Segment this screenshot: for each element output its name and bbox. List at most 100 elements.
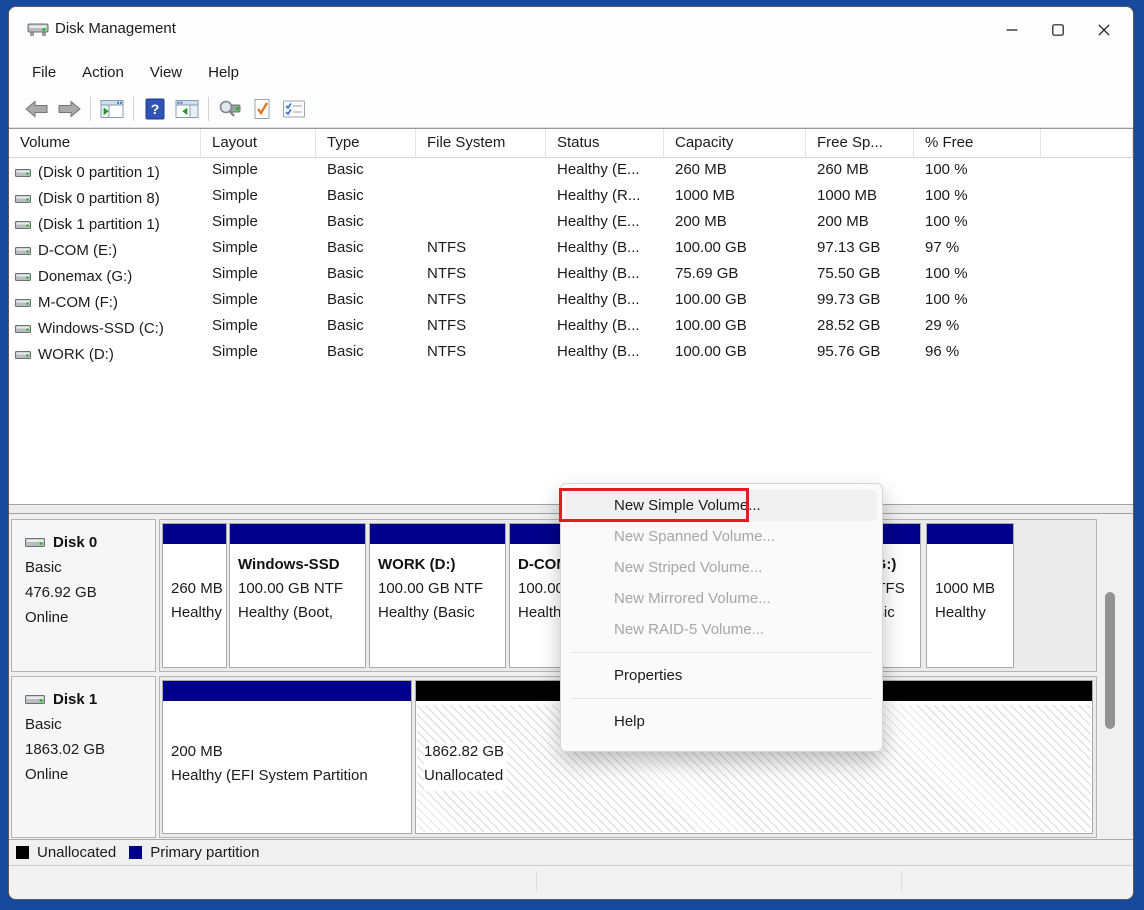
cell-status: Healthy (R... [546, 184, 664, 210]
menu-item-new-simple-volume[interactable]: New Simple Volume... [566, 490, 877, 521]
show-console-tree-button[interactable] [96, 95, 128, 123]
refresh-disks-button[interactable] [214, 95, 246, 123]
column-header-type[interactable]: Type [316, 129, 416, 157]
checklist-icon [282, 99, 306, 119]
partition-disk0-efi[interactable]: 260 MBHealthy [162, 523, 227, 668]
cell-type: Basic [316, 184, 416, 210]
disk-kind: Basic [25, 555, 155, 580]
volume-drive-icon [15, 323, 31, 335]
menu-help[interactable]: Help [195, 58, 252, 87]
cell-pct-free: 100 % [914, 210, 1041, 236]
cell-capacity: 200 MB [664, 210, 806, 236]
partition-name [171, 556, 223, 580]
check-disk-button[interactable] [246, 95, 278, 123]
partition-disk1-efi[interactable]: 200 MBHealthy (EFI System Partition [162, 680, 412, 834]
primary-partition-bar [230, 524, 365, 546]
cell-type: Basic [316, 262, 416, 288]
volume-row[interactable]: (Disk 0 partition 8)SimpleBasicHealthy (… [9, 184, 1133, 210]
volume-row[interactable]: Donemax (G:)SimpleBasicNTFSHealthy (B...… [9, 262, 1133, 288]
cell-layout: Simple [201, 158, 316, 184]
column-header-status[interactable]: Status [546, 129, 664, 157]
menu-action[interactable]: Action [69, 58, 137, 87]
disk0-info-panel[interactable]: Disk 0 Basic 476.92 GB Online [11, 519, 156, 672]
back-button[interactable] [21, 95, 53, 123]
menu-item-properties[interactable]: Properties [566, 660, 877, 691]
volume-list: Volume Layout Type File System Status Ca… [9, 128, 1133, 504]
disk1-info-panel[interactable]: Disk 1 Basic 1863.02 GB Online [11, 676, 156, 838]
help-button[interactable]: ? [139, 95, 171, 123]
cell-layout: Simple [201, 210, 316, 236]
cell-type: Basic [316, 340, 416, 366]
console-tree-icon [100, 99, 124, 119]
volume-row[interactable]: (Disk 0 partition 1)SimpleBasicHealthy (… [9, 158, 1133, 184]
menu-item-new-raid5-volume[interactable]: New RAID-5 Volume... [566, 614, 877, 645]
cell-file-system [416, 210, 546, 236]
column-header-volume[interactable]: Volume [9, 129, 201, 157]
cell-volume: Donemax (G:) [9, 262, 201, 288]
menu-item-new-spanned-volume[interactable]: New Spanned Volume... [566, 521, 877, 552]
partition-status: Healthy (Basic [378, 604, 502, 628]
partition-name: WORK (D:) [378, 556, 502, 580]
volume-row[interactable]: WORK (D:)SimpleBasicNTFSHealthy (B...100… [9, 340, 1133, 366]
volume-row[interactable]: M-COM (F:)SimpleBasicNTFSHealthy (B...10… [9, 288, 1133, 314]
volume-name: (Disk 0 partition 8) [38, 190, 160, 207]
legend-primary-partition: Primary partition [129, 844, 259, 861]
document-check-icon [252, 98, 272, 120]
primary-partition-bar [163, 681, 411, 703]
cell-file-system [416, 184, 546, 210]
menu-file[interactable]: File [19, 58, 69, 87]
close-button[interactable] [1081, 7, 1127, 53]
disk-drive-app-icon [27, 20, 49, 38]
cell-status: Healthy (B... [546, 236, 664, 262]
forward-button[interactable] [53, 95, 85, 123]
cell-free-space: 200 MB [806, 210, 914, 236]
primary-partition-swatch [129, 846, 142, 859]
column-header-free-space[interactable]: Free Sp... [806, 129, 914, 157]
menu-item-label: New Striped Volume... [614, 559, 762, 576]
column-header-file-system[interactable]: File System [416, 129, 546, 157]
menu-item-label: Properties [614, 667, 682, 684]
volume-row[interactable]: Windows-SSD (C:)SimpleBasicNTFSHealthy (… [9, 314, 1133, 340]
menu-separator [571, 698, 872, 699]
cell-capacity: 100.00 GB [664, 340, 806, 366]
partition-disk0-windows-ssd[interactable]: Windows-SSD100.00 GB NTFHealthy (Boot, [229, 523, 366, 668]
cell-free-space: 99.73 GB [806, 288, 914, 314]
menu-item-help[interactable]: Help [566, 706, 877, 737]
statusbar-separator [901, 871, 902, 891]
menu-view[interactable]: View [137, 58, 195, 87]
toolbar-separator [208, 97, 209, 121]
graph-vertical-scrollbar[interactable] [1103, 519, 1117, 834]
partition-disk0-recovery[interactable]: 1000 MBHealthy [926, 523, 1014, 668]
cell-file-system: NTFS [416, 262, 546, 288]
cell-volume: WORK (D:) [9, 340, 201, 366]
disk-size: 476.92 GB [25, 580, 155, 605]
volume-row[interactable]: (Disk 1 partition 1)SimpleBasicHealthy (… [9, 210, 1133, 236]
cell-capacity: 75.69 GB [664, 262, 806, 288]
primary-partition-bar [370, 524, 505, 546]
maximize-icon [1052, 24, 1064, 36]
cell-file-system: NTFS [416, 340, 546, 366]
minimize-button[interactable] [989, 7, 1035, 53]
legend-bar: Unallocated Primary partition [9, 839, 1133, 866]
maximize-button[interactable] [1035, 7, 1081, 53]
menu-item-new-mirrored-volume[interactable]: New Mirrored Volume... [566, 583, 877, 614]
partition-disk0-work[interactable]: WORK (D:)100.00 GB NTFHealthy (Basic [369, 523, 506, 668]
partition-name: Windows-SSD [238, 556, 362, 580]
partition-name [935, 556, 1010, 580]
cell-free-space: 75.50 GB [806, 262, 914, 288]
primary-partition-bar [927, 524, 1013, 546]
column-header-capacity[interactable]: Capacity [664, 129, 806, 157]
volume-drive-icon [15, 167, 31, 179]
show-action-pane-button[interactable] [171, 95, 203, 123]
column-header-layout[interactable]: Layout [201, 129, 316, 157]
cell-type: Basic [316, 210, 416, 236]
cell-status: Healthy (B... [546, 314, 664, 340]
volume-row[interactable]: D-COM (E:)SimpleBasicNTFSHealthy (B...10… [9, 236, 1133, 262]
column-header-pct-free[interactable]: % Free [914, 129, 1041, 157]
cell-layout: Simple [201, 236, 316, 262]
disk-state: Online [25, 762, 155, 787]
cell-free-space: 97.13 GB [806, 236, 914, 262]
menu-item-new-striped-volume[interactable]: New Striped Volume... [566, 552, 877, 583]
scrollbar-thumb[interactable] [1105, 592, 1115, 729]
disk-list-button[interactable] [278, 95, 310, 123]
